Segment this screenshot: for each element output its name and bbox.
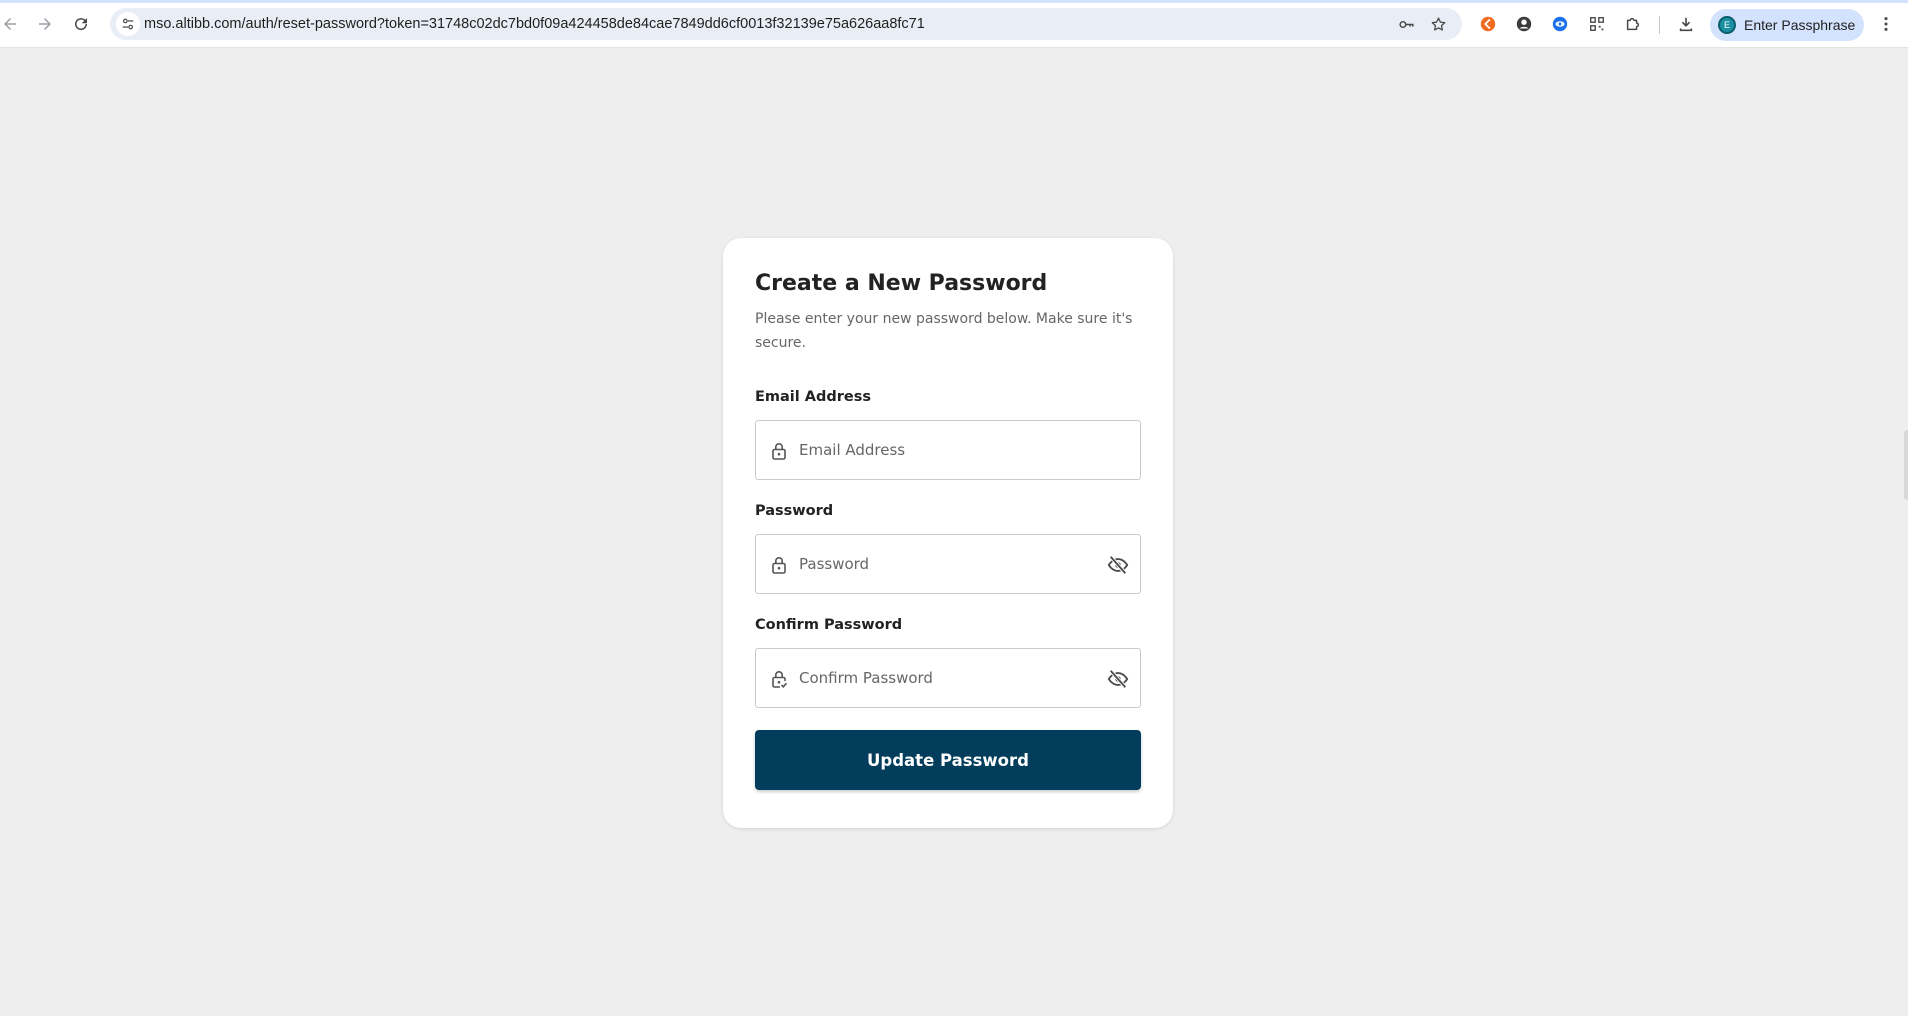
scrollbar[interactable]: [1904, 430, 1908, 500]
profile-chip[interactable]: E Enter Passphrase: [1710, 9, 1864, 41]
url-text: mso.altibb.com/auth/reset-password?token…: [144, 16, 925, 32]
profile-label: Enter Passphrase: [1744, 17, 1856, 33]
back-arrow-icon[interactable]: [0, 12, 22, 36]
email-label: Email Address: [755, 389, 872, 405]
reload-icon[interactable]: [69, 12, 93, 36]
browser-toolbar: mso.altibb.com/auth/reset-password?token…: [0, 0, 1908, 48]
tune-icon[interactable]: [116, 12, 140, 36]
email-field-wrapper: [755, 420, 1141, 480]
star-icon[interactable]: [1428, 14, 1448, 34]
blue-eye-extension-icon[interactable]: [1550, 14, 1570, 34]
puzzle-icon[interactable]: [1623, 14, 1643, 34]
qr-extension-icon[interactable]: [1587, 14, 1607, 34]
download-icon[interactable]: [1676, 14, 1696, 34]
loading-bar: [0, 0, 1908, 3]
lock-icon: [768, 440, 790, 462]
eye-off-icon[interactable]: [1106, 667, 1130, 691]
page-subtitle: Please enter your new password below. Ma…: [755, 311, 1133, 351]
toolbar-divider: [1659, 16, 1660, 34]
email-input[interactable]: [797, 421, 1087, 479]
kebab-menu-icon[interactable]: [1876, 14, 1896, 34]
eye-off-icon[interactable]: [1106, 553, 1130, 577]
password-label: Password: [755, 503, 834, 519]
address-bar[interactable]: mso.altibb.com/auth/reset-password?token…: [110, 8, 1462, 40]
confirm-password-field-wrapper: [755, 648, 1141, 708]
forward-arrow-icon[interactable]: [33, 12, 57, 36]
avatar: E: [1718, 16, 1736, 34]
account-extension-icon[interactable]: [1514, 14, 1534, 34]
orange-extension-icon[interactable]: [1478, 14, 1498, 34]
confirm-password-input[interactable]: [797, 649, 1087, 707]
update-password-button[interactable]: Update Password: [755, 730, 1141, 790]
lock-icon: [768, 554, 790, 576]
confirm-password-label: Confirm Password: [755, 617, 903, 633]
password-input[interactable]: [797, 535, 1087, 593]
reset-password-card: Create a New Password Please enter your …: [723, 238, 1173, 828]
password-field-wrapper: [755, 534, 1141, 594]
lock-check-icon: [768, 668, 790, 690]
page-title: Create a New Password: [755, 271, 1048, 296]
key-icon[interactable]: [1396, 14, 1416, 34]
